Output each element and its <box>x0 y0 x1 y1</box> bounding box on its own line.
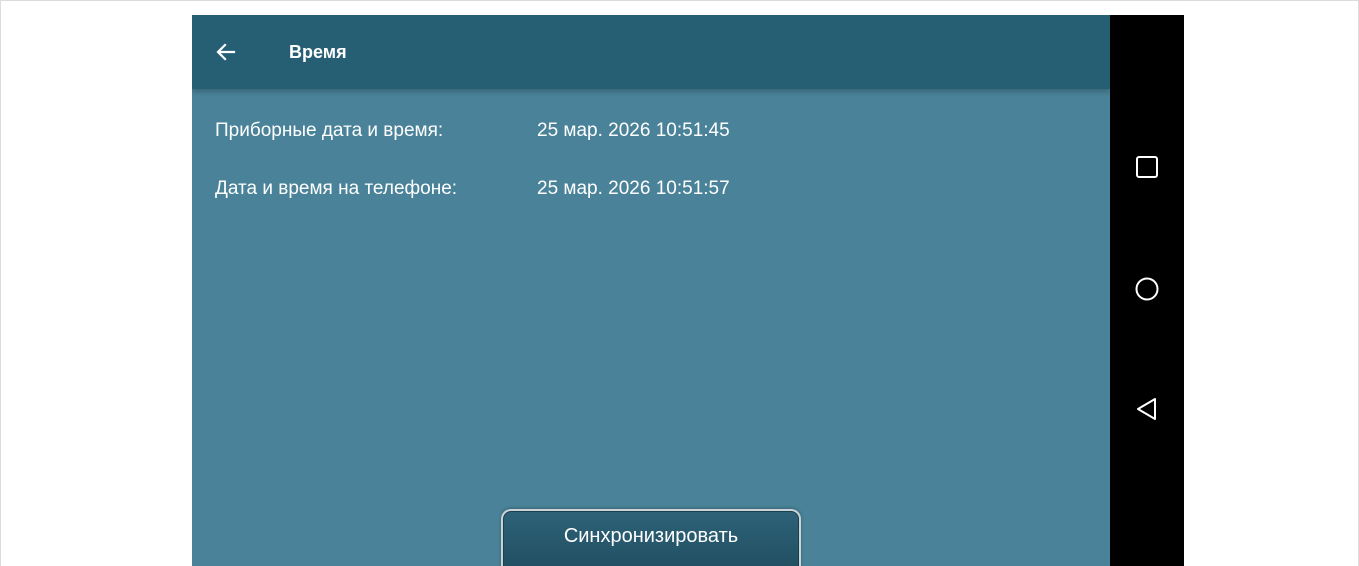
page-title: Время <box>289 42 347 62</box>
phone-datetime-value: 25 мар. 2026 10:51:57 <box>537 178 730 199</box>
app-window: Время Приборные дата и время: 25 мар. 20… <box>192 15 1110 566</box>
phone-datetime-row: Дата и время на телефоне: 25 мар. 2026 1… <box>215 177 815 201</box>
back-button[interactable] <box>206 32 246 72</box>
sync-button[interactable]: Синхронизировать <box>501 509 801 566</box>
device-screen: Время Приборные дата и время: 25 мар. 20… <box>192 15 1184 566</box>
recents-button[interactable] <box>1127 149 1167 189</box>
home-button[interactable] <box>1127 271 1167 311</box>
system-nav-bar <box>1110 15 1184 566</box>
triangle-back-icon <box>1134 396 1160 427</box>
device-datetime-value: 25 мар. 2026 10:51:45 <box>537 120 730 141</box>
system-back-button[interactable] <box>1127 391 1167 431</box>
app-toolbar: Время <box>192 15 1110 89</box>
device-datetime-row: Приборные дата и время: 25 мар. 2026 10:… <box>215 119 815 143</box>
phone-datetime-label: Дата и время на телефоне: <box>215 178 458 199</box>
square-icon <box>1134 154 1160 185</box>
circle-icon <box>1134 276 1160 307</box>
device-datetime-label: Приборные дата и время: <box>215 120 444 141</box>
arrow-left-icon <box>214 40 238 64</box>
